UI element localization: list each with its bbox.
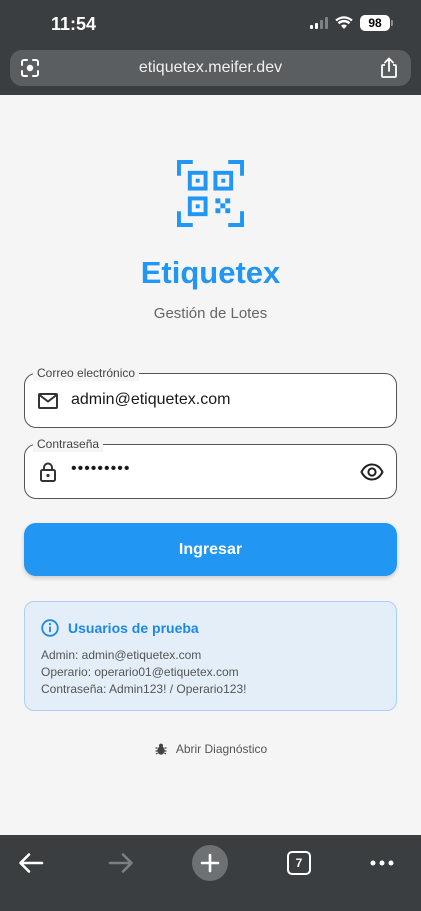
login-page: Etiquetex Gestión de Lotes Correo electr… [0, 95, 421, 835]
url-text[interactable]: etiquetex.meifer.dev [10, 59, 411, 77]
info-line-password: Contraseña: Admin123! / Operario123! [41, 682, 247, 696]
share-icon[interactable] [379, 57, 399, 79]
qr-code-logo-icon [177, 160, 244, 227]
info-line-operario: Operario: operario01@etiquetex.com [41, 665, 239, 679]
browser-bottom-toolbar: 7 [0, 835, 421, 911]
new-tab-button[interactable] [190, 843, 230, 883]
more-dots-icon [370, 860, 394, 866]
tab-count-icon: 7 [287, 851, 311, 875]
forward-arrow-icon [108, 853, 133, 873]
browser-top-bar: 11:54 98 etiquetex.meifer.dev [0, 0, 421, 95]
wifi-icon [335, 16, 353, 29]
app-subtitle: Gestión de Lotes [153, 305, 268, 322]
cellular-signal-icon [310, 17, 328, 29]
tabs-button[interactable]: 7 [279, 843, 319, 883]
email-field-label: Correo electrónico [33, 365, 140, 381]
info-icon [41, 619, 59, 637]
test-users-info-card: Usuarios de prueba Admin: admin@etiquete… [24, 601, 397, 711]
info-card-title: Usuarios de prueba [68, 620, 199, 636]
show-password-eye-icon[interactable] [360, 460, 384, 484]
password-field-label: Contraseña [33, 436, 104, 452]
app-title: Etiquetex [140, 255, 281, 290]
bug-icon [155, 743, 167, 755]
battery-icon: 98 [360, 15, 393, 31]
forward-button[interactable] [101, 843, 141, 883]
address-bar[interactable]: etiquetex.meifer.dev [10, 50, 411, 86]
diagnostic-link[interactable]: Abrir Diagnóstico [0, 742, 421, 759]
status-bar: 11:54 98 [0, 0, 421, 48]
back-arrow-icon [19, 853, 44, 873]
email-icon [38, 393, 58, 409]
more-menu-button[interactable] [362, 843, 402, 883]
password-field[interactable]: Contraseña ••••••••• [24, 436, 397, 499]
email-field[interactable]: Correo electrónico admin@etiquetex.com [24, 365, 397, 428]
password-value[interactable]: ••••••••• [71, 460, 130, 478]
new-tab-circle [192, 845, 228, 881]
status-icons: 98 [310, 15, 393, 31]
info-line-admin: Admin: admin@etiquetex.com [41, 648, 202, 662]
email-value[interactable]: admin@etiquetex.com [71, 391, 230, 409]
lock-icon [40, 462, 56, 482]
plus-icon [200, 853, 220, 873]
diagnostic-label[interactable]: Abrir Diagnóstico [176, 742, 267, 756]
status-time: 11:54 [51, 14, 97, 34]
back-button[interactable] [11, 843, 51, 883]
login-button[interactable]: Ingresar [24, 523, 397, 576]
